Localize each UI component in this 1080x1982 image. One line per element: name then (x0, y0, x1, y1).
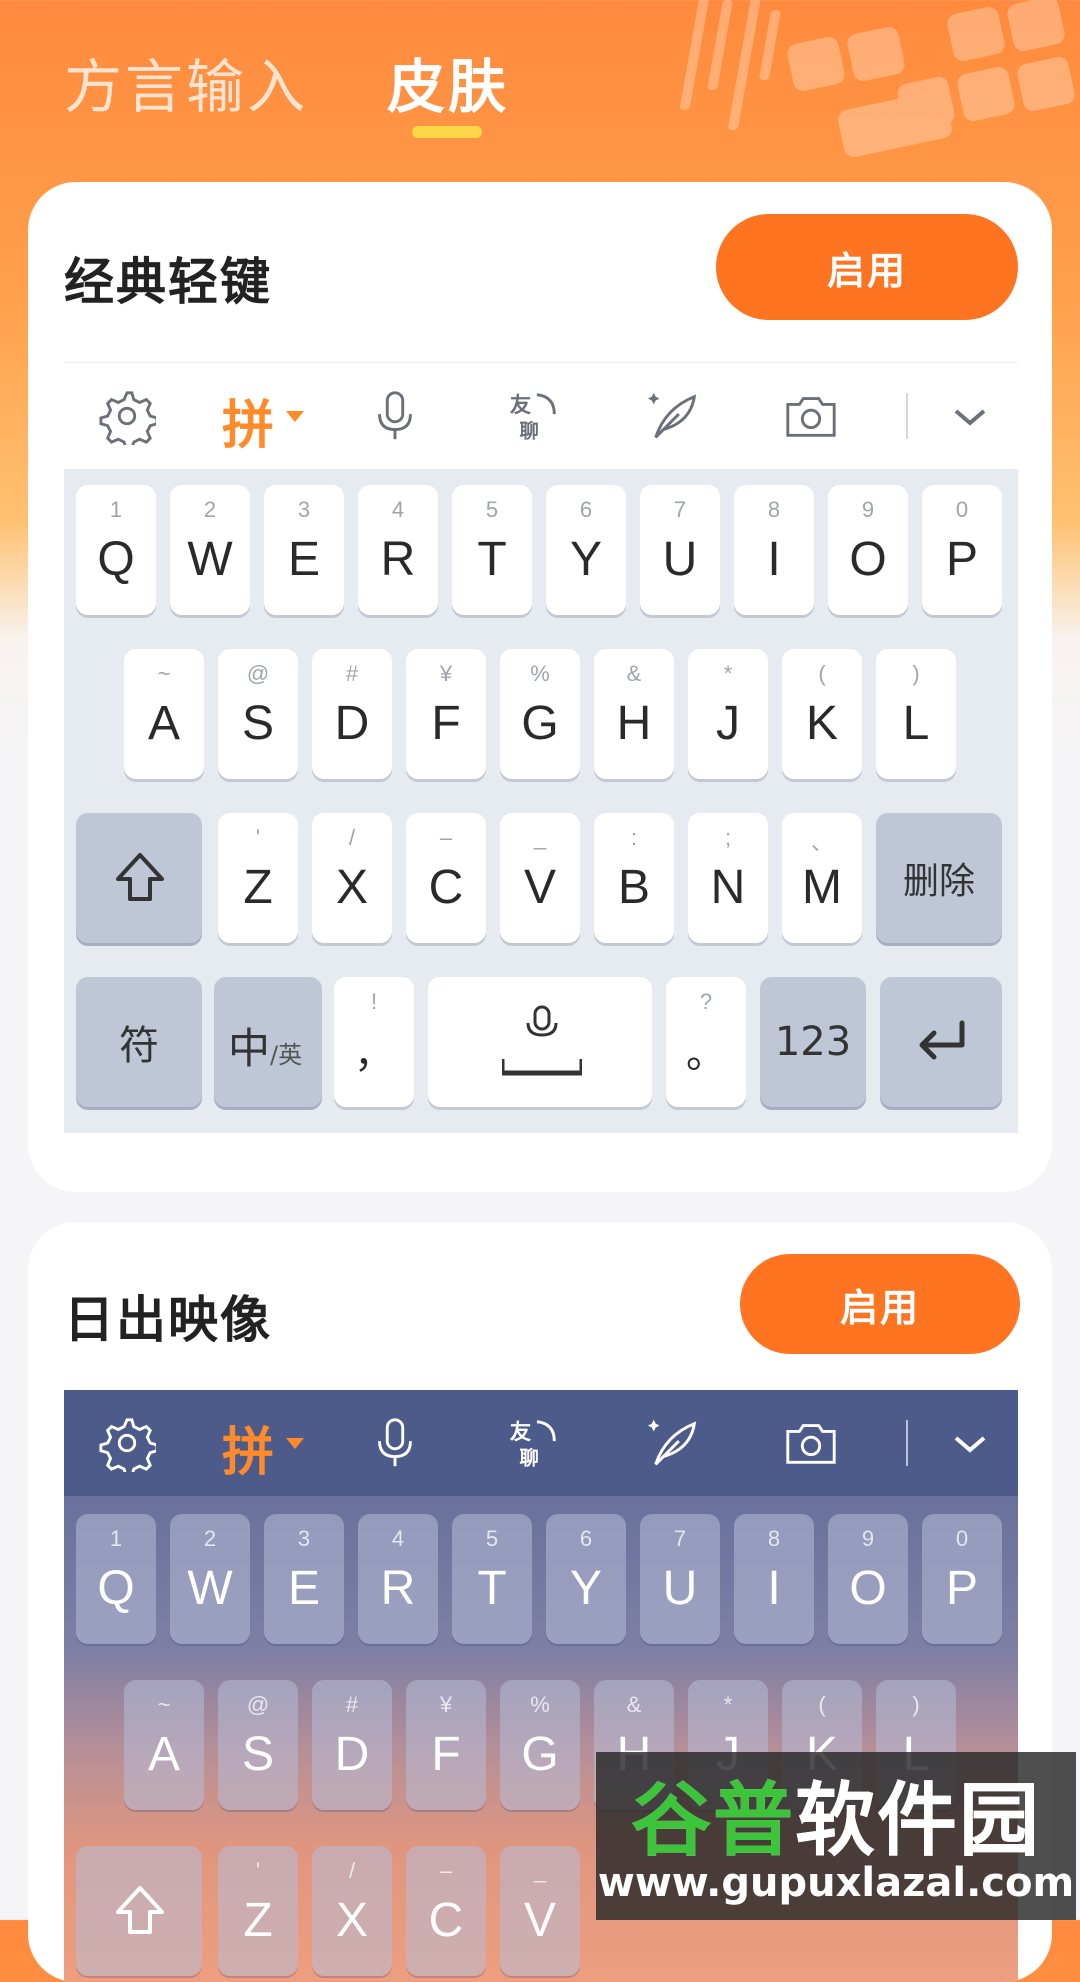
camera-icon (780, 385, 842, 447)
delete-key[interactable]: 删除 (876, 813, 1002, 943)
key-g[interactable]: % G (500, 649, 580, 779)
period-key[interactable]: ?。 (666, 977, 746, 1107)
pinyin-mode-label[interactable]: 拼 (222, 383, 274, 458)
shift-arrow-icon (116, 853, 164, 901)
numeric-key[interactable]: 123 (760, 977, 866, 1107)
watermark-title: 谷普软件园 (631, 1774, 1041, 1867)
chevron-down-icon (950, 1424, 990, 1468)
tab-skins[interactable]: 皮肤 (387, 40, 509, 124)
caret-down-icon (286, 411, 304, 422)
key-z[interactable]: ' Z (218, 813, 298, 943)
skin-title: 经典轻键 (64, 253, 272, 311)
key-f[interactable]: ¥ F (406, 649, 486, 779)
skin-title: 日出映像 (64, 1291, 272, 1349)
key-b[interactable]: :B (594, 813, 674, 943)
enter-arrow-icon (919, 1020, 965, 1060)
key-k[interactable]: (K (782, 649, 862, 779)
key-m[interactable]: 、 M (782, 813, 862, 943)
key-l[interactable]: )L (876, 649, 956, 779)
toolbar-divider (906, 1420, 908, 1466)
key-u[interactable]: 7U (640, 1514, 720, 1644)
key-t[interactable]: 5T (452, 1514, 532, 1644)
camera-icon (780, 1412, 842, 1474)
handwriting-quill-icon (644, 385, 706, 447)
key-d[interactable]: # D (312, 649, 392, 779)
shift-key[interactable] (76, 1846, 202, 1976)
handwriting-quill-icon (644, 1412, 706, 1474)
key-d[interactable]: # D (312, 1680, 392, 1810)
key-i[interactable]: 8I (734, 485, 814, 615)
key-j[interactable]: *J (688, 649, 768, 779)
svg-text:聊: 聊 (520, 1446, 539, 1469)
key-o[interactable]: 9O (828, 485, 908, 615)
gear-icon (96, 1412, 158, 1474)
gear-icon (96, 385, 158, 447)
pinyin-mode-label[interactable]: 拼 (222, 1410, 274, 1485)
tab-dialect-input[interactable]: 方言输入 (64, 40, 308, 124)
key-y[interactable]: 6Y (546, 1514, 626, 1644)
shift-arrow-icon (116, 1886, 164, 1934)
key-h[interactable]: &H (594, 649, 674, 779)
caret-down-icon (286, 1438, 304, 1449)
keyboard-toolbar: 拼 友聊 (64, 1390, 1018, 1496)
keyboard-preview: 拼 友聊 1Q 2W 3E 4R 5T 6Y 7U 8I 9 O 0 P ~ A… (64, 362, 1018, 1133)
key-n[interactable]: ; N (688, 813, 768, 943)
youliao-icon: 友聊 (504, 385, 566, 447)
key-a[interactable]: ~ A (124, 1680, 204, 1810)
key-e[interactable]: 3E (264, 1514, 344, 1644)
key-t[interactable]: 5T (452, 485, 532, 615)
key-y[interactable]: 6Y (546, 485, 626, 615)
key-p[interactable]: 0P (922, 485, 1002, 615)
key-g[interactable]: % G (500, 1680, 580, 1810)
key-f[interactable]: ¥ F (406, 1680, 486, 1810)
key-x[interactable]: / X (312, 1846, 392, 1976)
microphone-icon (364, 1412, 426, 1474)
svg-text:友: 友 (510, 1420, 532, 1445)
key-q[interactable]: 1Q (76, 1514, 156, 1644)
key-c[interactable]: – C (406, 813, 486, 943)
chevron-down-icon (950, 397, 990, 441)
svg-text:友: 友 (510, 393, 532, 418)
key-s[interactable]: @ S (218, 1680, 298, 1810)
enter-key[interactable] (880, 977, 1002, 1107)
toolbar-divider (906, 393, 908, 439)
key-s[interactable]: @ S (218, 649, 298, 779)
microphone-icon (364, 385, 426, 447)
shift-key[interactable] (76, 813, 202, 943)
symbol-key[interactable]: 符 (76, 977, 202, 1107)
key-p[interactable]: 0P (922, 1514, 1002, 1644)
enable-skin-button[interactable]: 启用 (716, 214, 1018, 320)
key-z[interactable]: ' Z (218, 1846, 298, 1976)
active-tab-indicator (412, 126, 482, 138)
skin-card-classic: 经典轻键 启用 拼 友聊 1Q 2 W 3 E 4 R 5 T 6 Y 7 U … (28, 182, 1052, 1192)
space-bar-microphone-icon (502, 1005, 582, 1076)
key-w[interactable]: 2W (170, 485, 250, 615)
key-o[interactable]: 9O (828, 1514, 908, 1644)
comma-key[interactable]: !， (334, 977, 414, 1107)
key-w[interactable]: 2W (170, 1514, 250, 1644)
top-tab-bar: 方言输入 皮肤 (0, 0, 1080, 150)
watermark-url: www.gupuxlazal.com (597, 1860, 1075, 1906)
svg-text:聊: 聊 (520, 419, 539, 442)
key-c[interactable]: – C (406, 1846, 486, 1976)
space-key[interactable] (428, 977, 652, 1107)
key-q[interactable]: 1Q (76, 485, 156, 615)
key-v[interactable]: _ V (500, 813, 580, 943)
key-v[interactable]: _ V (500, 1846, 580, 1976)
key-a[interactable]: ~ A (124, 649, 204, 779)
watermark-overlay: 谷普软件园 www.gupuxlazal.com (596, 1752, 1076, 1920)
key-r[interactable]: 4R (358, 485, 438, 615)
youliao-icon: 友聊 (504, 1412, 566, 1474)
enable-skin-button[interactable]: 启用 (740, 1254, 1020, 1354)
key-e[interactable]: 3E (264, 485, 344, 615)
key-u[interactable]: 7U (640, 485, 720, 615)
key-r[interactable]: 4R (358, 1514, 438, 1644)
key-i[interactable]: 8I (734, 1514, 814, 1644)
zh-en-switch-key[interactable]: 中 /英 (214, 977, 322, 1107)
keyboard-toolbar: 拼 友聊 (64, 363, 1018, 469)
key-x[interactable]: / X (312, 813, 392, 943)
